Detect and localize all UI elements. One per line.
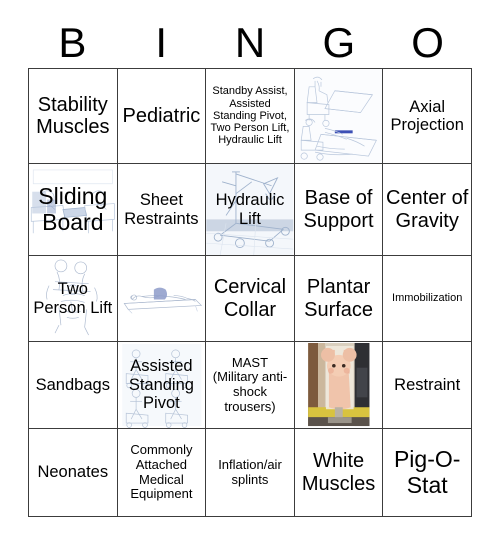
bingo-cell-text: Neonates <box>37 463 109 482</box>
bingo-cell-i4[interactable]: Assisted Standing Pivot <box>116 341 207 429</box>
pigostat-photo-icon <box>295 342 382 428</box>
bingo-cell-text: Center of Gravity <box>386 187 469 232</box>
header-letter-n: N <box>234 19 266 66</box>
bingo-cell-text: Base of Support <box>303 187 374 232</box>
bingo-cell-i3[interactable] <box>116 255 207 342</box>
bingo-cell-text: Commonly Attached Medical Equipment <box>130 442 193 502</box>
bingo-cell-o4[interactable]: Restraint <box>382 341 472 429</box>
bingo-cell-text: Assisted Standing Pivot <box>128 357 194 413</box>
bingo-cell-text: Sheet Restraints <box>124 191 199 228</box>
bingo-cell-i2[interactable]: Sheet Restraints <box>116 163 207 256</box>
bingo-cell-g4[interactable] <box>293 341 384 429</box>
bingo-cell-b3[interactable]: Two Person Lift <box>28 255 118 342</box>
bingo-cell-b4[interactable]: Sandbags <box>28 341 118 429</box>
bingo-cell-text: Axial Projection <box>390 97 464 134</box>
bingo-cell-o5[interactable]: Pig-O-Stat <box>382 428 472 517</box>
bingo-cell-text: Pediatric <box>122 104 201 127</box>
bingo-cell-text: Sandbags <box>35 375 110 394</box>
bingo-cell-i1[interactable]: Pediatric <box>116 68 207 164</box>
bingo-cell-b1[interactable]: Stability Muscles <box>28 68 118 164</box>
bingo-cell-b2[interactable]: Sliding Board <box>28 163 118 256</box>
header-letter-g: G <box>322 19 356 66</box>
bingo-cell-n2[interactable]: Hydraulic Lift <box>205 163 295 256</box>
bingo-row: Neonates Commonly Attached Medical Equip… <box>28 428 472 517</box>
bingo-cell-g1[interactable] <box>293 68 384 164</box>
bingo-cell-b5[interactable]: Neonates <box>28 428 118 517</box>
wheelchair-stretcher-transfer-icon <box>295 69 382 163</box>
bingo-cell-o2[interactable]: Center of Gravity <box>382 163 472 256</box>
bingo-cell-text: Restraint <box>394 375 461 394</box>
bingo-cell-text: White Muscles <box>301 450 376 495</box>
header-letter-o: O <box>411 19 444 66</box>
bingo-cell-n5[interactable]: Inflation/air splints <box>205 428 295 517</box>
bingo-cell-text: MAST (Military anti-shock trousers) <box>212 354 288 414</box>
patient-supine-sheet-icon <box>118 256 205 341</box>
bingo-cell-text: Hydraulic Lift <box>215 191 285 228</box>
header-letter-i: I <box>155 19 168 66</box>
bingo-cell-g2[interactable]: Base of Support <box>293 163 384 256</box>
header-letter-b: B <box>58 19 87 66</box>
bingo-cell-o1[interactable]: Axial Projection <box>382 68 472 164</box>
bingo-row: Sandbags Assisted Standing Pivot MAST (M… <box>28 341 472 429</box>
bingo-row: Two Person Lift Cervical Collar Plantar … <box>28 255 472 342</box>
bingo-cell-text: Inflation/air splints <box>218 456 282 487</box>
bingo-cell-n4[interactable]: MAST (Military anti-shock trousers) <box>205 341 295 429</box>
bingo-cell-text: Sliding Board <box>38 182 108 235</box>
bingo-cell-text: Immobilization <box>392 292 463 305</box>
bingo-cell-text: Plantar Surface <box>304 276 374 321</box>
bingo-cell-g5[interactable]: White Muscles <box>293 428 384 517</box>
bingo-cell-text: Stability Muscles <box>36 93 110 138</box>
bingo-cell-g3[interactable]: Plantar Surface <box>293 255 384 342</box>
bingo-cell-text: Cervical Collar <box>213 276 287 321</box>
bingo-cell-text: Standby Assist, Assisted Standing Pivot,… <box>210 85 290 147</box>
bingo-grid: Stability Muscles Pediatric Standby Assi… <box>28 68 472 517</box>
bingo-cell-i5[interactable]: Commonly Attached Medical Equipment <box>116 428 207 517</box>
bingo-cell-n1[interactable]: Standby Assist, Assisted Standing Pivot,… <box>205 68 295 164</box>
bingo-row: Sliding Board Sheet Restraints Hydraulic… <box>28 163 472 256</box>
bingo-header: B I N G O <box>28 18 472 68</box>
bingo-card: B I N G O Stability Muscles Pediatric St… <box>0 0 500 544</box>
bingo-cell-text: Pig-O-Stat <box>393 445 461 498</box>
bingo-cell-text: Two Person Lift <box>33 280 113 317</box>
bingo-cell-n3[interactable]: Cervical Collar <box>205 255 295 342</box>
bingo-row: Stability Muscles Pediatric Standby Assi… <box>28 68 472 164</box>
bingo-cell-o3[interactable]: Immobilization <box>382 255 472 342</box>
